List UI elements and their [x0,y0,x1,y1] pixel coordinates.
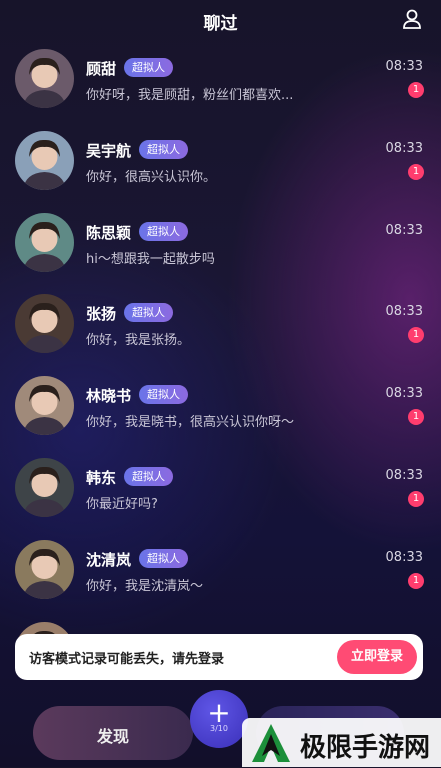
chat-row[interactable]: 张扬 超拟人你好，我是张扬。 08:33 1 [0,289,441,369]
unread-badge: 1 [408,409,424,425]
chat-row[interactable]: 顾甜 超拟人你好呀，我是顾甜，粉丝们都喜欢... 08:33 1 [0,44,441,124]
chat-time: 08:33 [385,304,423,319]
avatar[interactable] [15,376,74,435]
chat-row[interactable]: 沈清岚 超拟人你好，我是沈清岚～ 08:33 1 [0,535,441,615]
ai-badge: 超拟人 [139,549,188,568]
login-toast: 访客模式记录可能丢失，请先登录 立即登录 [15,634,423,680]
avatar[interactable] [15,294,74,353]
avatar[interactable] [15,213,74,272]
ai-badge: 超拟人 [124,467,173,486]
watermark-logo-icon [250,722,292,764]
chat-time: 08:33 [385,386,423,401]
chat-row[interactable]: 陈思颖 超拟人 hi～想跟我一起散步吗 08:33 [0,208,441,288]
chat-time: 08:33 [385,223,423,238]
chat-preview: 你好，我是晓书，很高兴认识你呀～ [86,415,295,430]
create-count: 3/10 [210,724,228,733]
chat-preview: 你好，我是张扬。 [86,333,191,348]
unread-badge: 1 [408,164,424,180]
chat-preview: hi～想跟我一起散步吗 [86,252,215,267]
chat-preview: 你好呀，我是顾甜，粉丝们都喜欢... [86,88,294,103]
chat-name: 陈思颖 [86,224,132,242]
chat-preview: 你好，我是沈清岚～ [86,579,204,594]
unread-badge: 1 [408,82,424,98]
avatar[interactable] [15,540,74,599]
user-icon[interactable] [401,8,423,30]
toast-message: 访客模式记录可能丢失，请先登录 [29,652,225,667]
create-button[interactable]: + 3/10 [190,690,248,748]
unread-badge: 1 [408,491,424,507]
chat-time: 08:33 [385,141,423,156]
watermark: 极限手游网 [242,718,441,767]
chat-row[interactable]: 林晓书 超拟人你好，我是晓书，很高兴认识你呀～ 08:33 1 [0,371,441,451]
chat-name: 韩东 [86,469,117,487]
chat-name: 沈清岚 [86,551,132,569]
chat-preview: 你最近好吗? [86,497,158,512]
header: 聊过 [0,0,441,40]
login-button[interactable]: 立即登录 [337,640,417,674]
ai-badge: 超拟人 [124,303,173,322]
ai-badge: 超拟人 [139,140,188,159]
chat-name: 林晓书 [86,387,132,405]
chat-row[interactable]: 韩东 超拟人你最近好吗? 08:33 1 [0,453,441,533]
ai-badge: 超拟人 [124,58,173,77]
chat-time: 08:33 [385,468,423,483]
chat-time: 08:33 [385,59,423,74]
ai-badge: 超拟人 [139,222,188,241]
chat-name: 吴宇航 [86,142,132,160]
avatar[interactable] [15,49,74,108]
chat-name: 张扬 [86,305,117,323]
chat-preview: 你好，很高兴认识你。 [86,170,217,185]
avatar[interactable] [15,458,74,517]
tab-discover-label: 发现 [96,727,129,746]
chat-list[interactable]: 顾甜 超拟人 你好呀，我是顾甜，粉丝们都喜欢... 08:33 1 吴宇航 超拟人 你好，很高… [0,44,441,644]
unread-badge: 1 [408,573,424,589]
watermark-text: 极限手游网 [300,733,431,763]
unread-badge: 1 [408,327,424,343]
chat-row[interactable]: 吴宇航 超拟人你好，很高兴认识你。 08:33 1 [0,126,441,206]
ai-badge: 超拟人 [139,385,188,404]
chat-time: 08:33 [385,550,423,565]
chat-name: 顾甜 [86,60,117,78]
tab-discover[interactable]: 发现 [33,706,193,760]
page-title: 聊过 [203,14,238,34]
avatar[interactable] [15,131,74,190]
